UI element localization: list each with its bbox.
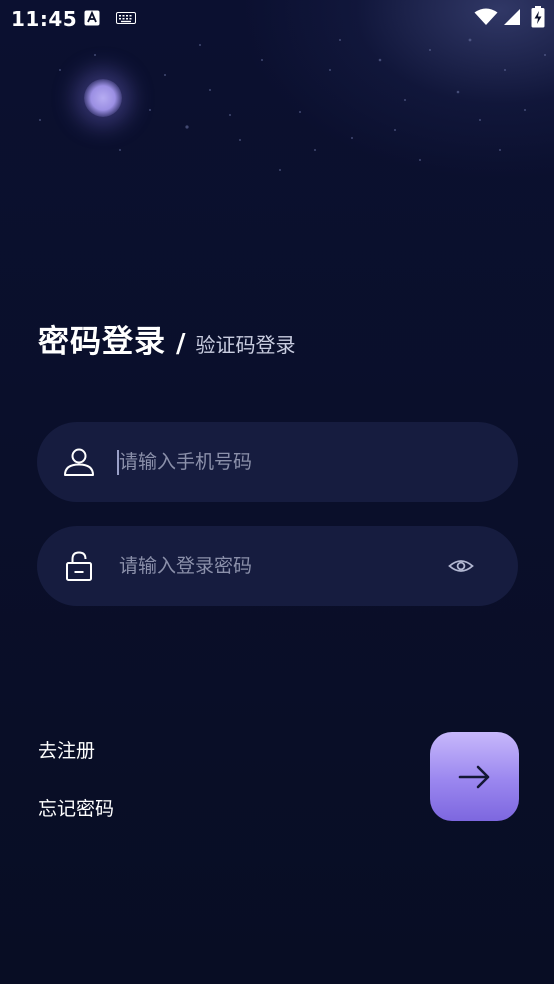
arrow-right-icon [458, 765, 489, 788]
phone-field[interactable] [37, 422, 518, 502]
eye-icon[interactable] [447, 554, 475, 578]
login-submit-button[interactable] [430, 732, 519, 821]
wifi-icon [474, 8, 498, 25]
tab-verification-code-login[interactable]: 验证码登录 [196, 329, 296, 358]
status-time: 11:45 [11, 7, 78, 31]
register-link[interactable]: 去注册 [38, 736, 95, 763]
glowing-orb-decoration [84, 79, 122, 117]
tab-separator: / [176, 329, 186, 359]
tab-password-login[interactable]: 密码登录 [38, 316, 166, 361]
signal-icon [504, 9, 520, 25]
battery-charging-icon [531, 6, 545, 28]
lock-icon [66, 551, 92, 581]
keyboard-icon [116, 12, 136, 24]
password-input[interactable] [119, 546, 439, 586]
a-notification-icon [84, 10, 100, 26]
forgot-password-link[interactable]: 忘记密码 [38, 794, 114, 821]
user-icon [64, 448, 94, 476]
status-bar: 11:45 [0, 0, 554, 36]
login-screen: 11:45 密码登录 / 验证码登录 请输入手机号码 去注册 忘记密码 [0, 0, 554, 984]
login-mode-tabs: 密码登录 / 验证码登录 [38, 316, 296, 360]
password-field[interactable] [37, 526, 518, 606]
starfield-background [39, 38, 546, 171]
phone-input[interactable] [119, 442, 439, 482]
